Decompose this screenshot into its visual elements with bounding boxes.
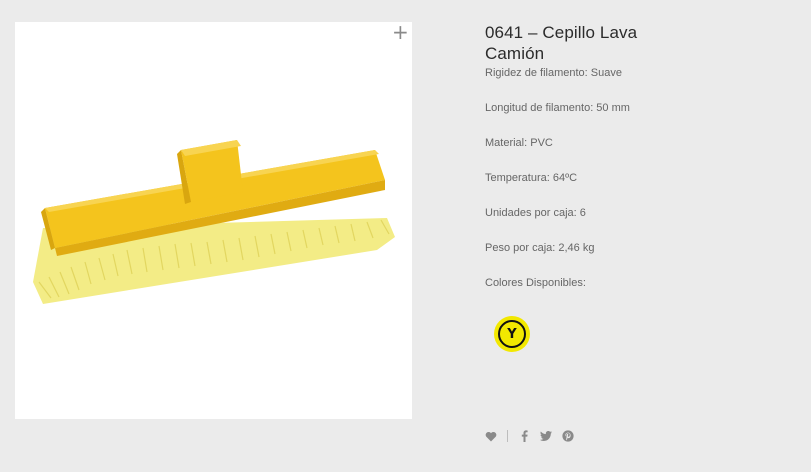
spec-material: Material: PVC: [485, 137, 553, 149]
pinterest-icon[interactable]: [562, 430, 574, 442]
share-bar: [485, 430, 574, 442]
product-title: 0641 – Cepillo Lava Camión: [485, 23, 638, 63]
facebook-icon[interactable]: [518, 430, 530, 442]
product-image-panel: +: [15, 22, 412, 419]
product-page: + 0641 – Cepillo Lava Camión Rigidez de …: [0, 0, 811, 472]
twitter-icon[interactable]: [540, 430, 552, 442]
spec-colores-label: Colores Disponibles:: [485, 277, 586, 289]
spec-temperatura: Temperatura: 64ºC: [485, 172, 578, 184]
color-swatch-yellow[interactable]: Y: [494, 316, 530, 352]
heart-icon[interactable]: [485, 430, 497, 442]
product-info: 0641 – Cepillo Lava Camión Rigidez de fi…: [485, 22, 785, 312]
color-options: Y: [494, 316, 530, 352]
spec-unidades: Unidades por caja: 6: [485, 207, 586, 219]
color-swatch-label: Y: [498, 320, 526, 348]
share-divider: [507, 430, 508, 442]
zoom-plus-icon[interactable]: +: [392, 22, 409, 42]
spec-peso: Peso por caja: 2,46 kg: [485, 242, 595, 254]
spec-rigidez: Rigidez de filamento: Suave: [485, 67, 622, 79]
product-image: [33, 140, 395, 304]
spec-longitud: Longitud de filamento: 50 mm: [485, 102, 630, 114]
